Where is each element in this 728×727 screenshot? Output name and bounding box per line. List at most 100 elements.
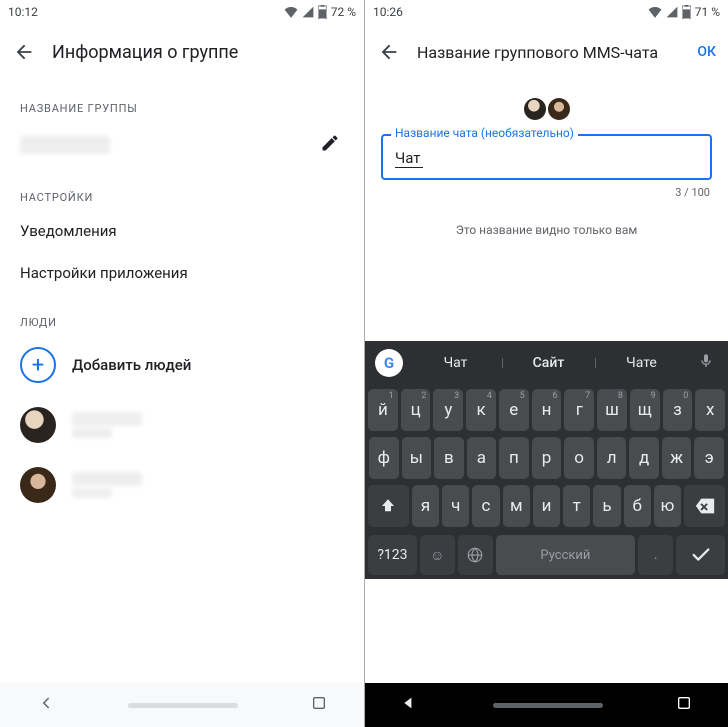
key[interactable]: й1 <box>368 389 398 431</box>
key[interactable]: о <box>564 437 594 479</box>
ok-button[interactable]: ОК <box>697 44 716 60</box>
nav-home-pill[interactable] <box>493 703 603 708</box>
nav-home-pill[interactable] <box>128 703 238 708</box>
key-backspace[interactable] <box>684 485 725 527</box>
key-symbols[interactable]: ?123 <box>368 535 417 575</box>
avatar <box>20 467 56 503</box>
key-language[interactable] <box>458 535 493 575</box>
key-shift[interactable] <box>368 485 409 527</box>
key[interactable]: ж <box>662 437 692 479</box>
avatar <box>548 98 570 120</box>
key[interactable]: а <box>467 437 497 479</box>
battery-icon <box>318 5 327 19</box>
key-row-2: фывапролджэ <box>368 437 725 479</box>
key-period[interactable]: . <box>638 535 673 575</box>
nav-recents-icon[interactable] <box>676 695 692 715</box>
field-label: Название чата (необязательно) <box>391 126 578 140</box>
add-icon: + <box>20 347 56 383</box>
key[interactable]: э <box>694 437 724 479</box>
avatar <box>524 98 546 120</box>
google-icon[interactable]: G <box>375 349 403 377</box>
mic-icon[interactable] <box>688 353 724 373</box>
suggestion[interactable]: Чате <box>595 355 688 371</box>
key-row-1: й1ц2у3к4е5н6г7ш8щ9з0х <box>368 389 725 431</box>
section-label-group-name: НАЗВАНИЕ ГРУППЫ <box>0 80 364 121</box>
app-bar: Название группового MMS-чата ОК <box>365 24 728 80</box>
key[interactable]: у3 <box>433 389 463 431</box>
person-row[interactable] <box>0 395 364 455</box>
key-row-bottom: ?123 ☺ Русский . <box>365 535 728 579</box>
key[interactable]: и <box>533 485 560 527</box>
key[interactable]: е5 <box>499 389 529 431</box>
nav-recents-icon[interactable] <box>311 695 327 715</box>
key[interactable]: л <box>597 437 627 479</box>
key[interactable]: п <box>499 437 529 479</box>
key[interactable]: ч <box>442 485 469 527</box>
add-people-row[interactable]: + Добавить людей <box>0 335 364 395</box>
key[interactable]: з0 <box>663 389 693 431</box>
key[interactable]: в <box>434 437 464 479</box>
key[interactable]: м <box>503 485 530 527</box>
wifi-icon <box>284 6 298 18</box>
status-time: 10:12 <box>8 5 38 19</box>
status-bar: 10:12 72 % <box>0 0 364 24</box>
key[interactable]: ц2 <box>401 389 431 431</box>
edit-icon[interactable] <box>320 133 344 157</box>
phone-group-info: 10:12 72 % Информация о группе НАЗВАНИЕ … <box>0 0 364 727</box>
visibility-hint: Это название видно только вам <box>365 223 728 237</box>
section-label-settings: НАСТРОЙКИ <box>0 169 364 210</box>
nav-back-icon[interactable] <box>402 694 420 716</box>
status-time: 10:26 <box>373 5 403 19</box>
appbar-title: Информация о группе <box>52 42 352 63</box>
group-name-value-blurred <box>20 136 110 154</box>
app-settings-label: Настройки приложения <box>20 264 344 282</box>
key[interactable]: щ9 <box>630 389 660 431</box>
keyboard: G Чат Сайт Чате й1ц2у3к4е5н6г7ш8щ9з0х фы… <box>365 341 728 579</box>
signal-icon <box>302 6 314 18</box>
key[interactable]: р <box>532 437 562 479</box>
key[interactable]: б <box>624 485 651 527</box>
suggestion[interactable]: Сайт <box>502 355 595 371</box>
back-icon[interactable] <box>377 40 401 64</box>
group-name-row[interactable] <box>0 121 364 169</box>
key[interactable]: ш8 <box>597 389 627 431</box>
back-icon[interactable] <box>12 40 36 64</box>
key[interactable]: ь <box>593 485 620 527</box>
key[interactable]: н6 <box>532 389 562 431</box>
key[interactable]: х <box>695 389 725 431</box>
nav-back-icon[interactable] <box>37 694 55 716</box>
key[interactable]: г7 <box>564 389 594 431</box>
wifi-icon <box>648 6 662 18</box>
key[interactable]: с <box>472 485 499 527</box>
key-enter[interactable] <box>676 535 725 575</box>
notifications-label: Уведомления <box>20 222 344 240</box>
person-name-blurred <box>72 470 142 500</box>
avatar <box>20 407 56 443</box>
key[interactable]: ю <box>654 485 681 527</box>
settings-notifications[interactable]: Уведомления <box>0 210 364 252</box>
battery-percent: 71 % <box>695 5 720 19</box>
person-name-blurred <box>72 410 142 440</box>
key-space[interactable]: Русский <box>496 535 636 575</box>
add-people-label: Добавить людей <box>72 356 344 374</box>
person-row[interactable] <box>0 455 364 515</box>
status-bar: 10:26 71 % <box>365 0 728 24</box>
key-emoji[interactable]: ☺ <box>420 535 455 575</box>
battery-percent: 72 % <box>331 5 356 19</box>
key[interactable]: к4 <box>466 389 496 431</box>
char-counter: 3 / 100 <box>365 186 710 199</box>
key[interactable]: ы <box>402 437 432 479</box>
key[interactable]: ф <box>369 437 399 479</box>
suggestion-bar: G Чат Сайт Чате <box>365 341 728 385</box>
key[interactable]: я <box>412 485 439 527</box>
nav-bar <box>0 683 364 727</box>
settings-app[interactable]: Настройки приложения <box>0 252 364 294</box>
phone-name-chat: 10:26 71 % Название группового MMS-чата … <box>364 0 728 727</box>
field-value[interactable]: Чат <box>395 149 423 168</box>
suggestion[interactable]: Чат <box>409 355 502 371</box>
signal-icon <box>666 6 678 18</box>
key[interactable]: т <box>563 485 590 527</box>
chat-name-field[interactable]: Название чата (необязательно) Чат <box>381 134 712 180</box>
key[interactable]: д <box>629 437 659 479</box>
key-row-3: ячсмитьбю <box>368 485 725 527</box>
